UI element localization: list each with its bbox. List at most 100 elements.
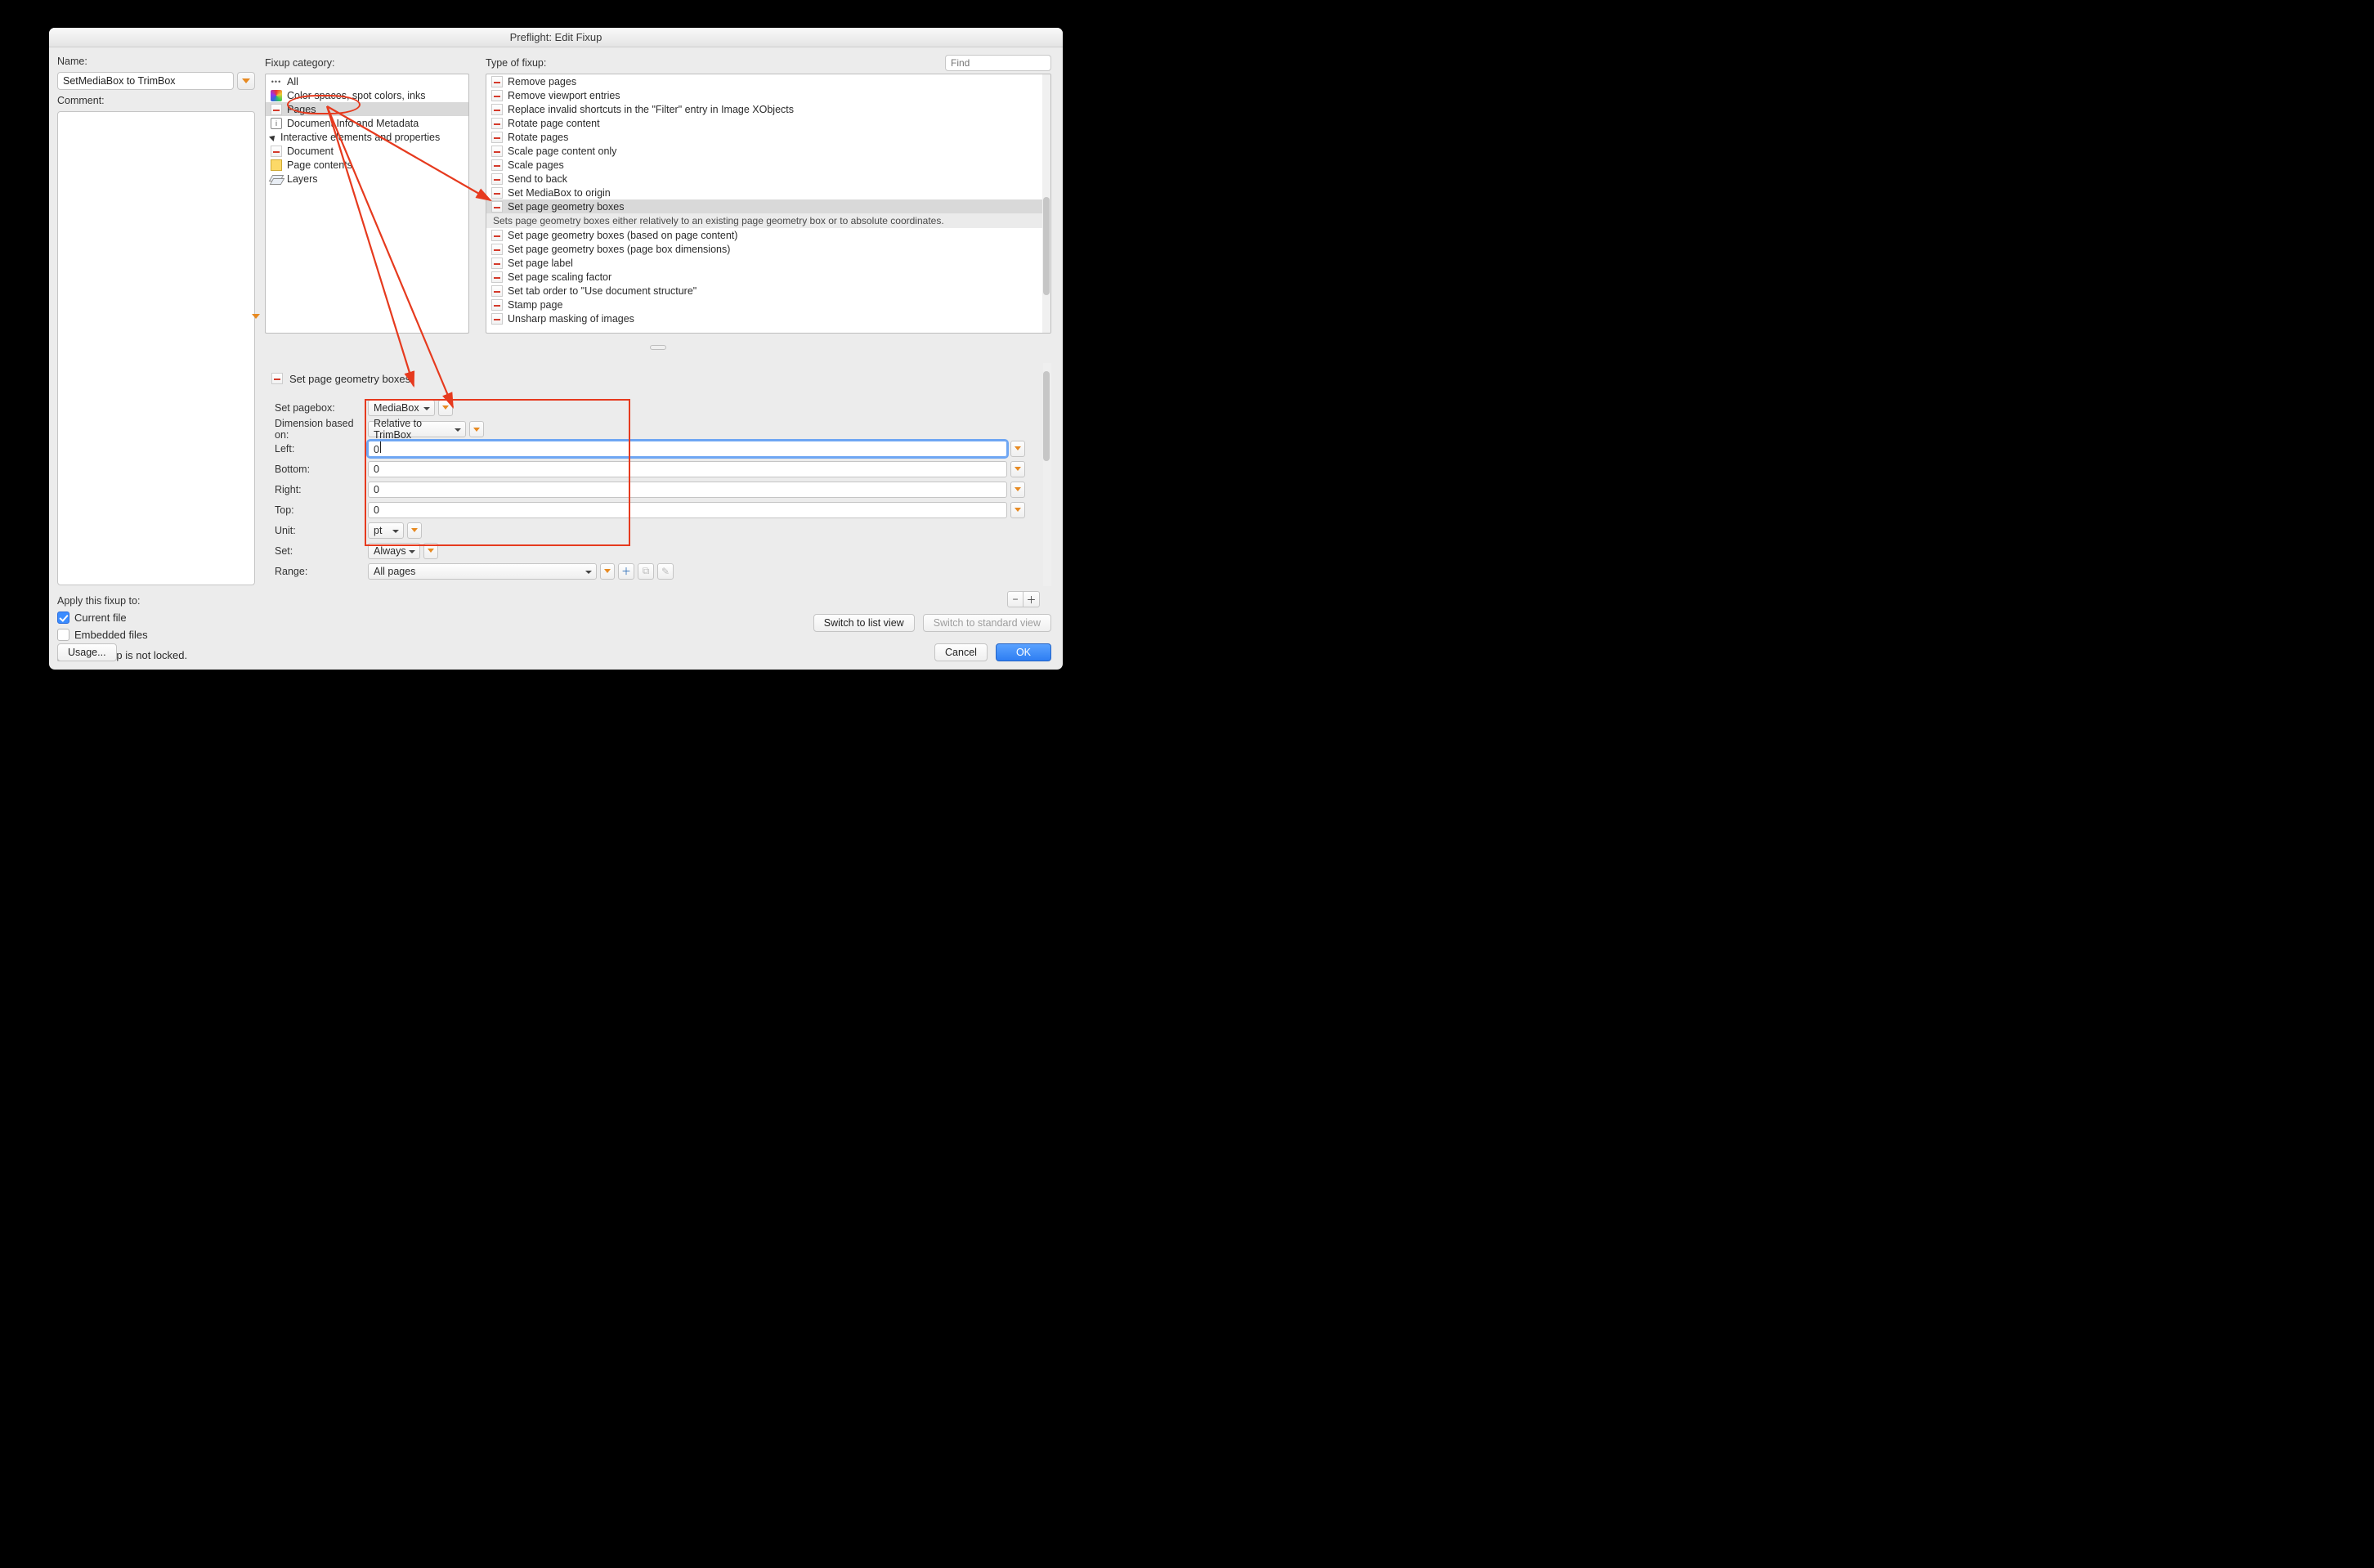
fixup-item[interactable]: Remove viewport entries — [486, 88, 1050, 102]
top-label: Top: — [271, 504, 363, 516]
right-panel: Fixup category: AllColor spaces, spot co… — [262, 47, 1063, 670]
category-item[interactable]: Color spaces, spot colors, inks — [266, 88, 468, 102]
embedded-files-label: Embedded files — [74, 629, 148, 641]
fixup-type-list[interactable]: Remove pagesRemove viewport entries Repla… — [486, 74, 1051, 334]
fixup-item-label: Rotate page content — [508, 118, 600, 129]
fixup-item-description: Sets page geometry boxes either relative… — [486, 213, 1050, 228]
fixup-item-label: Set MediaBox to origin — [508, 187, 611, 199]
fixup-settings-form: Set page geometry boxes: Set pagebox: Me… — [265, 363, 1051, 586]
name-dropdown-button[interactable] — [237, 72, 255, 90]
set-select[interactable]: Always — [368, 543, 420, 559]
fixup-item[interactable]: Set MediaBox to origin — [486, 186, 1050, 199]
ok-button[interactable]: OK — [996, 643, 1051, 661]
fixup-category-list[interactable]: AllColor spaces, spot colors, inksPagesD… — [265, 74, 469, 334]
fixup-type-panel: Type of fixup: Remove pagesRemove viewpo… — [486, 56, 1051, 334]
category-item[interactable]: Pages — [266, 102, 468, 116]
add-button[interactable]: ＋ — [1024, 591, 1040, 607]
category-item[interactable]: All — [266, 74, 468, 88]
window-content: Name: Comment: Apply this fixup to: Curr… — [49, 47, 1063, 670]
fixup-item-label: Set page scaling factor — [508, 271, 611, 283]
pdf-icon — [491, 76, 503, 87]
category-item[interactable]: Layers — [266, 172, 468, 186]
fixup-item[interactable]: Stamp page — [486, 298, 1050, 311]
range-add-button[interactable]: ＋ — [618, 563, 634, 580]
right-label: Right: — [271, 484, 363, 495]
form-scrollbar-thumb[interactable] — [1043, 371, 1050, 461]
info-icon — [271, 118, 282, 129]
find-input[interactable] — [945, 55, 1051, 71]
fixup-item[interactable]: Scale pages — [486, 158, 1050, 172]
fixup-item[interactable]: Scale page content only — [486, 144, 1050, 158]
fixup-item-label: Scale page content only — [508, 146, 616, 157]
embedded-files-checkbox[interactable] — [57, 629, 69, 641]
category-item[interactable]: Page contents — [266, 158, 468, 172]
fixup-item[interactable]: Set page scaling factor — [486, 270, 1050, 284]
set-pagebox-variable-button[interactable] — [438, 400, 453, 416]
fixup-item[interactable]: Remove pages — [486, 74, 1050, 88]
comment-textarea[interactable] — [57, 111, 255, 585]
fixup-item-label: Set page geometry boxes (page box dimens… — [508, 244, 730, 255]
current-file-checkbox[interactable] — [57, 612, 69, 624]
horizontal-splitter[interactable] — [265, 343, 1051, 352]
pdf-icon — [491, 258, 503, 269]
category-item-label: Pages — [287, 104, 316, 115]
fixup-item-label: Unsharp masking of images — [508, 313, 634, 325]
fixup-item[interactable]: Set page geometry boxes — [486, 199, 1050, 213]
current-file-label: Current file — [74, 612, 127, 624]
unit-select[interactable]: pt — [368, 522, 404, 539]
range-variable-button[interactable] — [600, 563, 615, 580]
range-select[interactable]: All pages — [368, 563, 597, 580]
top-input[interactable]: 0 — [368, 502, 1007, 518]
set-value: Always — [374, 545, 406, 557]
usage-button[interactable]: Usage... — [57, 643, 117, 661]
window-titlebar: Preflight: Edit Fixup — [49, 28, 1063, 47]
fixup-item[interactable]: Set page geometry boxes (based on page c… — [486, 228, 1050, 242]
pdf-icon — [271, 146, 282, 157]
fixup-item[interactable]: Rotate page content — [486, 116, 1050, 130]
fixup-item-label: Replace invalid shortcuts in the "Filter… — [508, 104, 794, 115]
right-value: 0 — [374, 484, 379, 495]
pdf-icon — [491, 90, 503, 101]
pdf-icon — [491, 187, 503, 199]
unit-variable-button[interactable] — [407, 522, 422, 539]
left-variable-button[interactable] — [1010, 441, 1025, 457]
bottom-input[interactable]: 0 — [368, 461, 1007, 477]
range-edit-button[interactable]: ✎ — [657, 563, 674, 580]
name-input[interactable] — [57, 72, 234, 90]
fixup-item[interactable]: Rotate pages — [486, 130, 1050, 144]
fixup-list-scrollbar-track[interactable] — [1042, 74, 1050, 333]
bottom-variable-button[interactable] — [1010, 461, 1025, 477]
dimension-variable-button[interactable] — [469, 421, 484, 437]
fixup-item[interactable]: Set page label — [486, 256, 1050, 270]
set-variable-button[interactable] — [423, 543, 438, 559]
pdf-icon — [491, 201, 503, 213]
top-variable-button[interactable] — [1010, 502, 1025, 518]
category-item[interactable]: Document — [266, 144, 468, 158]
fixup-item-label: Stamp page — [508, 299, 562, 311]
left-input[interactable]: 0 — [368, 441, 1007, 457]
fixup-list-scrollbar-thumb[interactable] — [1043, 197, 1050, 295]
category-item-label: Page contents — [287, 159, 352, 171]
category-item[interactable]: Interactive elements and properties — [266, 130, 468, 144]
fixup-item[interactable]: Send to back — [486, 172, 1050, 186]
category-item-label: Interactive elements and properties — [280, 132, 440, 143]
dimension-select[interactable]: Relative to TrimBox — [368, 421, 466, 437]
fixup-item[interactable]: Unsharp masking of images — [486, 311, 1050, 325]
pdf-icon — [491, 285, 503, 297]
category-item[interactable]: Document Info and Metadata — [266, 116, 468, 130]
dropdown-icon — [1015, 446, 1021, 450]
fixup-item[interactable]: Replace invalid shortcuts in the "Filter… — [486, 102, 1050, 116]
pdf-icon — [491, 299, 503, 311]
pdf-icon — [491, 244, 503, 255]
set-pagebox-select[interactable]: MediaBox — [368, 400, 435, 416]
remove-button[interactable]: − — [1007, 591, 1024, 607]
fixup-item[interactable]: Set page geometry boxes (page box dimens… — [486, 242, 1050, 256]
switch-list-view-button[interactable]: Switch to list view — [813, 614, 915, 632]
fixup-item[interactable]: Set tab order to "Use document structure… — [486, 284, 1050, 298]
range-value: All pages — [374, 566, 415, 577]
right-input[interactable]: 0 — [368, 482, 1007, 498]
cancel-button[interactable]: Cancel — [934, 643, 988, 661]
right-variable-button[interactable] — [1010, 482, 1025, 498]
fixup-item-label: Set tab order to "Use document structure… — [508, 285, 697, 297]
range-copy-button[interactable]: ⧉ — [638, 563, 654, 580]
